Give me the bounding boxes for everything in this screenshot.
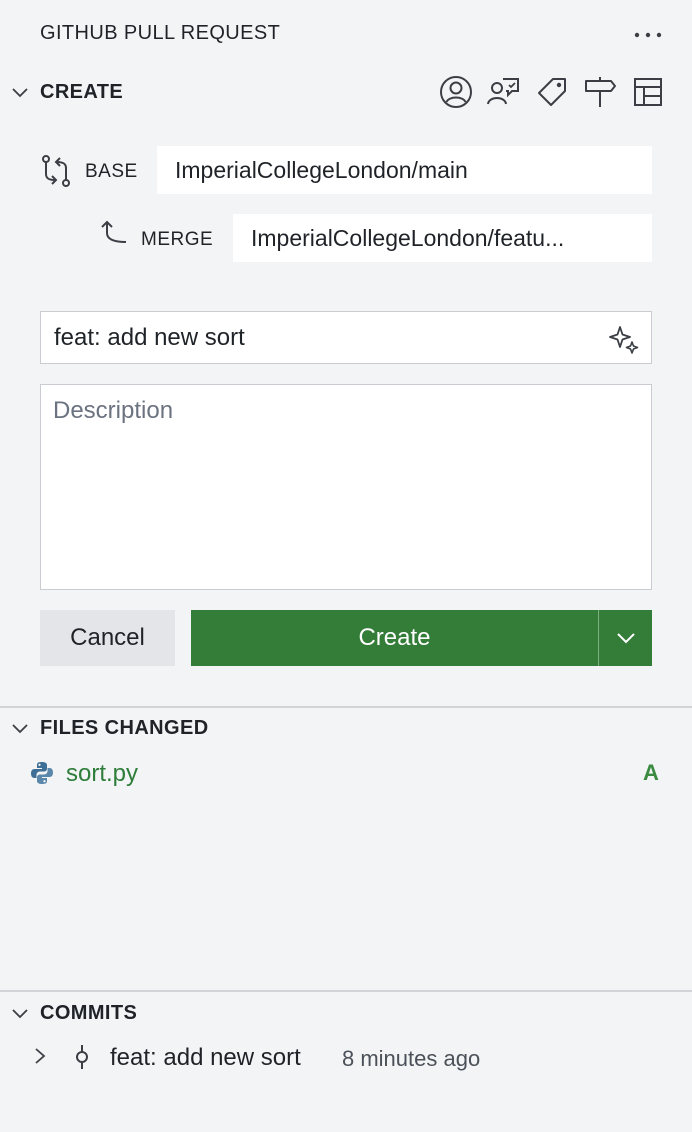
more-actions-button[interactable] [628,20,668,50]
git-commit-icon [76,1045,88,1069]
reviewers-button[interactable] [483,72,523,112]
commits-section-header[interactable]: COMMITS [0,993,692,1033]
title-field[interactable] [40,311,652,364]
chevron-down-icon [12,1009,28,1019]
python-icon [31,762,53,784]
section-divider [0,990,692,992]
panel-title: GITHUB PULL REQUEST [40,22,281,44]
file-status-badge: A [643,760,659,785]
milestone-icon [585,77,616,107]
chevron-down-icon [616,633,635,644]
commit-message: feat: add new sort [110,1044,301,1071]
chevron-right-icon[interactable] [30,1046,50,1066]
sparkle-icon[interactable] [609,324,639,354]
commits-label: COMMITS [40,1001,138,1024]
cancel-button[interactable]: Cancel [40,610,175,666]
assignees-button[interactable] [436,72,476,112]
account-icon [440,76,472,108]
commit-timestamp: 8 minutes ago [342,1046,481,1071]
base-label: BASE [85,161,138,182]
create-button[interactable]: Create [191,610,598,666]
project-button[interactable] [628,72,668,112]
merge-branch-select[interactable]: ImperialCollegeLondon/featu... [233,214,652,262]
file-item[interactable]: sort.py A [0,752,692,794]
create-options-dropdown[interactable] [599,610,652,666]
milestone-button[interactable] [580,72,620,112]
pull-request-panel: GITHUB PULL REQUEST CREATE BASE Imperial… [0,0,692,1132]
project-icon [634,78,662,106]
chevron-down-icon [12,88,28,98]
compare-changes-icon [42,155,70,187]
merge-label: MERGE [141,229,214,250]
description-textarea[interactable] [40,384,652,590]
arrow-up-left-icon [101,220,127,243]
files-changed-section-header[interactable]: FILES CHANGED [0,708,692,748]
base-branch-select[interactable]: ImperialCollegeLondon/main [157,146,652,194]
commit-item[interactable]: feat: add new sort 8 minutes ago [0,1036,692,1078]
labels-button[interactable] [532,72,572,112]
title-input[interactable] [52,322,596,353]
chevron-down-icon [12,724,28,734]
tag-icon [538,78,566,106]
ellipsis-icon [634,32,662,38]
create-section-label: CREATE [40,80,124,103]
file-name: sort.py [66,760,139,787]
request-reviewers-icon [487,78,519,105]
files-changed-label: FILES CHANGED [40,716,209,739]
